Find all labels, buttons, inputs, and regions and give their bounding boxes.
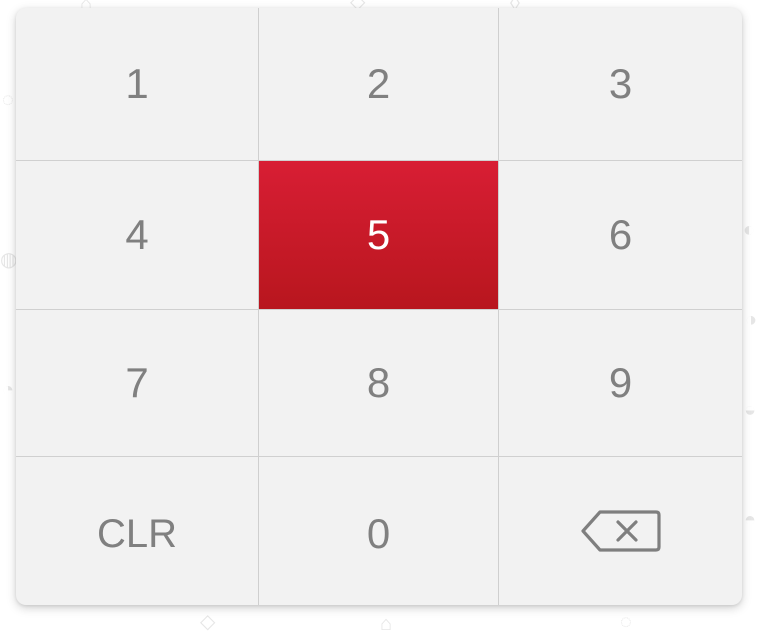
key-8[interactable]: 8 — [259, 310, 498, 456]
background-doodle: ◌ — [620, 611, 632, 633]
numeric-keypad: 1 2 3 4 5 6 7 8 9 CLR 0 — [16, 8, 742, 605]
background-doodle: ◓ — [744, 509, 757, 531]
key-7[interactable]: 7 — [16, 310, 258, 456]
row-divider — [16, 309, 742, 310]
background-doodle: ◑ — [745, 309, 758, 331]
backspace-key[interactable] — [499, 457, 742, 605]
clear-key[interactable]: CLR — [16, 457, 258, 605]
background-doodle: ◇ — [200, 611, 216, 633]
key-3[interactable]: 3 — [499, 8, 742, 160]
key-4[interactable]: 4 — [16, 161, 258, 309]
backspace-icon — [580, 509, 662, 553]
column-divider — [258, 8, 259, 605]
background-doodle: ◌ — [2, 89, 14, 111]
row-divider — [16, 160, 742, 161]
key-2[interactable]: 2 — [259, 8, 498, 160]
background-doodle: ◍ — [0, 249, 18, 271]
background-doodle: ◐ — [743, 219, 756, 241]
key-5[interactable]: 5 — [259, 161, 498, 309]
key-0[interactable]: 0 — [259, 457, 498, 605]
key-1[interactable]: 1 — [16, 8, 258, 160]
background-doodle: ⌂ — [380, 613, 393, 635]
background-doodle: ◔ — [2, 379, 15, 401]
key-6[interactable]: 6 — [499, 161, 742, 309]
column-divider — [498, 8, 499, 605]
row-divider — [16, 456, 742, 457]
background-doodle: ◒ — [744, 399, 757, 421]
key-9[interactable]: 9 — [499, 310, 742, 456]
